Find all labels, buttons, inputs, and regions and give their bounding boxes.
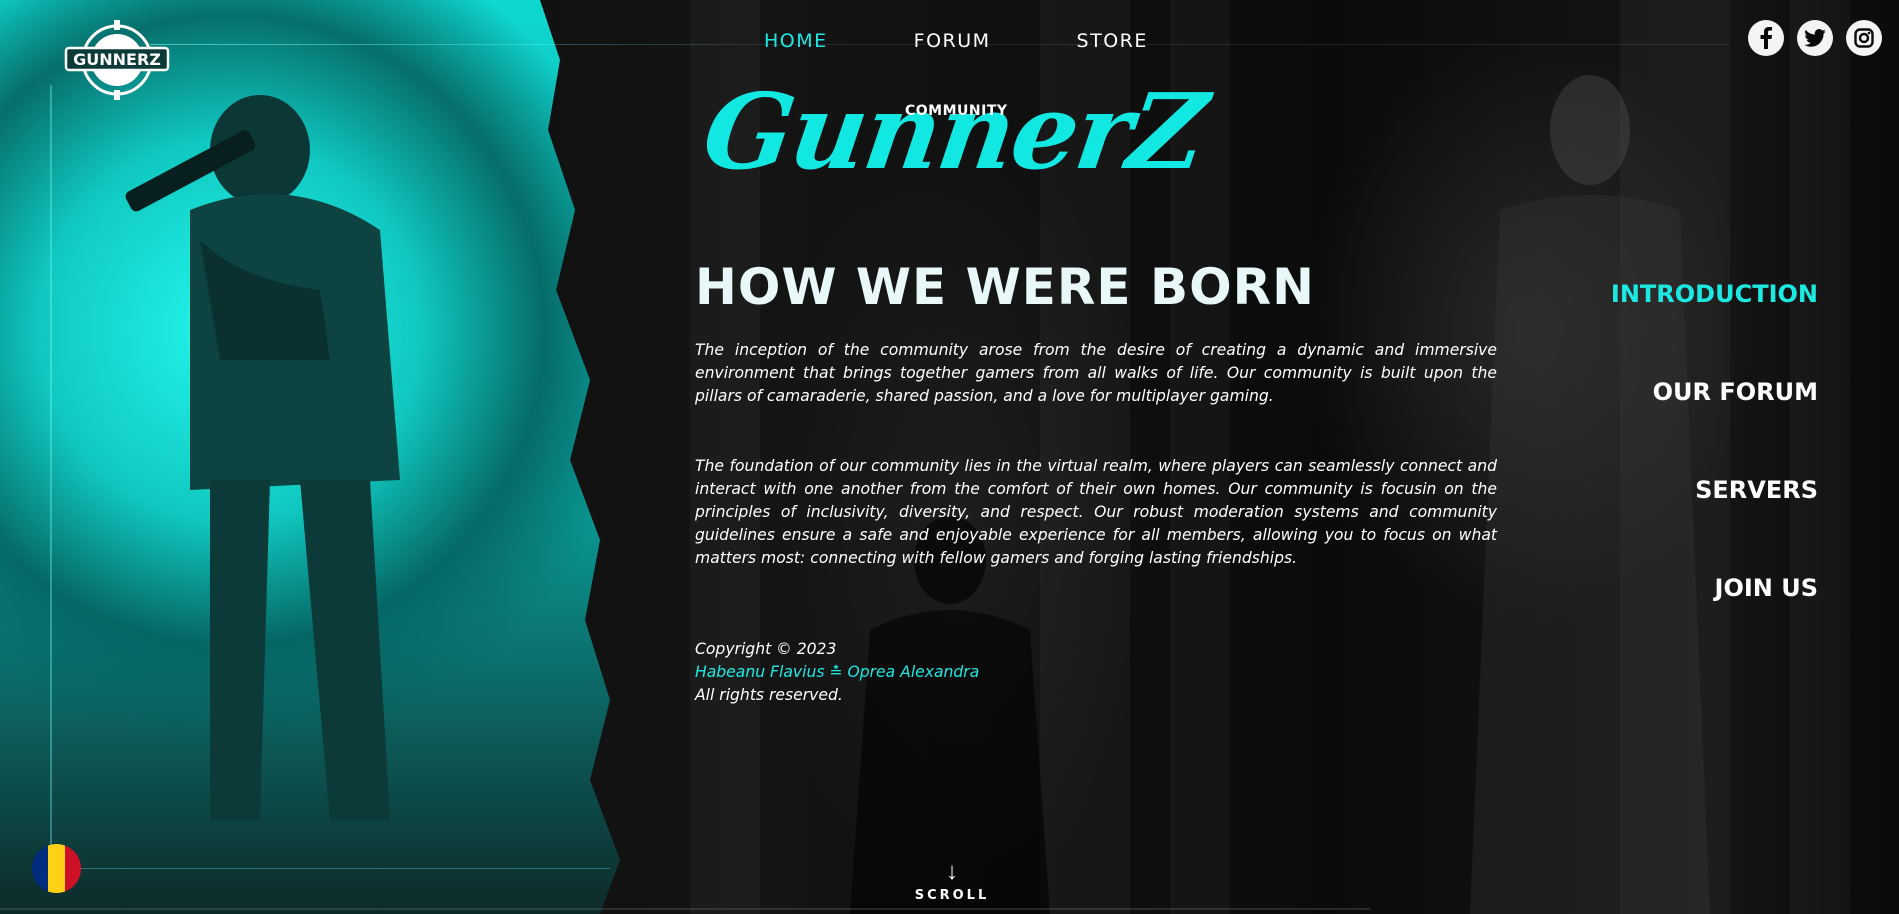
soldier-illustration bbox=[125, 95, 400, 820]
section-nav-our-forum[interactable]: OUR FORUM bbox=[1611, 378, 1818, 476]
svg-text:GUNNERZ: GUNNERZ bbox=[73, 50, 161, 69]
nav-forum[interactable]: FORUM bbox=[914, 30, 991, 52]
section-heading: HOW WE WERE BORN bbox=[695, 258, 1315, 316]
arrow-down-icon: ↓ bbox=[946, 858, 958, 885]
scroll-indicator[interactable]: ↓ SCROLL bbox=[912, 858, 992, 903]
romania-flag-icon[interactable] bbox=[32, 844, 81, 893]
section-nav-join-us[interactable]: JOIN US bbox=[1611, 574, 1818, 672]
twitter-icon[interactable] bbox=[1797, 20, 1833, 56]
community-label: COMMUNITY bbox=[905, 103, 1008, 119]
copyright-block: Copyright © 2023 Habeanu Flavius ≛ Oprea… bbox=[695, 638, 979, 707]
scroll-label: SCROLL bbox=[914, 888, 990, 903]
instagram-icon[interactable] bbox=[1846, 20, 1882, 56]
social-links bbox=[1748, 20, 1882, 56]
nav-home[interactable]: HOME bbox=[764, 30, 828, 52]
intro-paragraph-1: The inception of the community arose fro… bbox=[695, 341, 1497, 405]
nav-store[interactable]: STORE bbox=[1077, 30, 1148, 52]
footer-divider bbox=[0, 908, 1370, 910]
gunnerz-logo[interactable]: GUNNERZ bbox=[62, 18, 172, 102]
section-nav: INTRODUCTION OUR FORUM SERVERS JOIN US bbox=[1611, 280, 1818, 672]
intro-paragraph-2: The foundation of our community lies in … bbox=[695, 457, 1497, 567]
authors-link[interactable]: Habeanu Flavius ≛ Oprea Alexandra bbox=[695, 661, 979, 684]
rights-text: All rights reserved. bbox=[695, 686, 843, 704]
frame-line-bottom bbox=[50, 868, 610, 869]
section-nav-introduction[interactable]: INTRODUCTION bbox=[1611, 280, 1818, 378]
frame-line bbox=[50, 85, 52, 845]
facebook-icon[interactable] bbox=[1748, 20, 1784, 56]
top-nav: HOME FORUM STORE bbox=[764, 30, 1234, 52]
section-nav-servers[interactable]: SERVERS bbox=[1611, 476, 1818, 574]
copyright-text: Copyright © 2023 bbox=[695, 640, 837, 658]
brand-title: GunnerZ bbox=[696, 70, 1213, 193]
